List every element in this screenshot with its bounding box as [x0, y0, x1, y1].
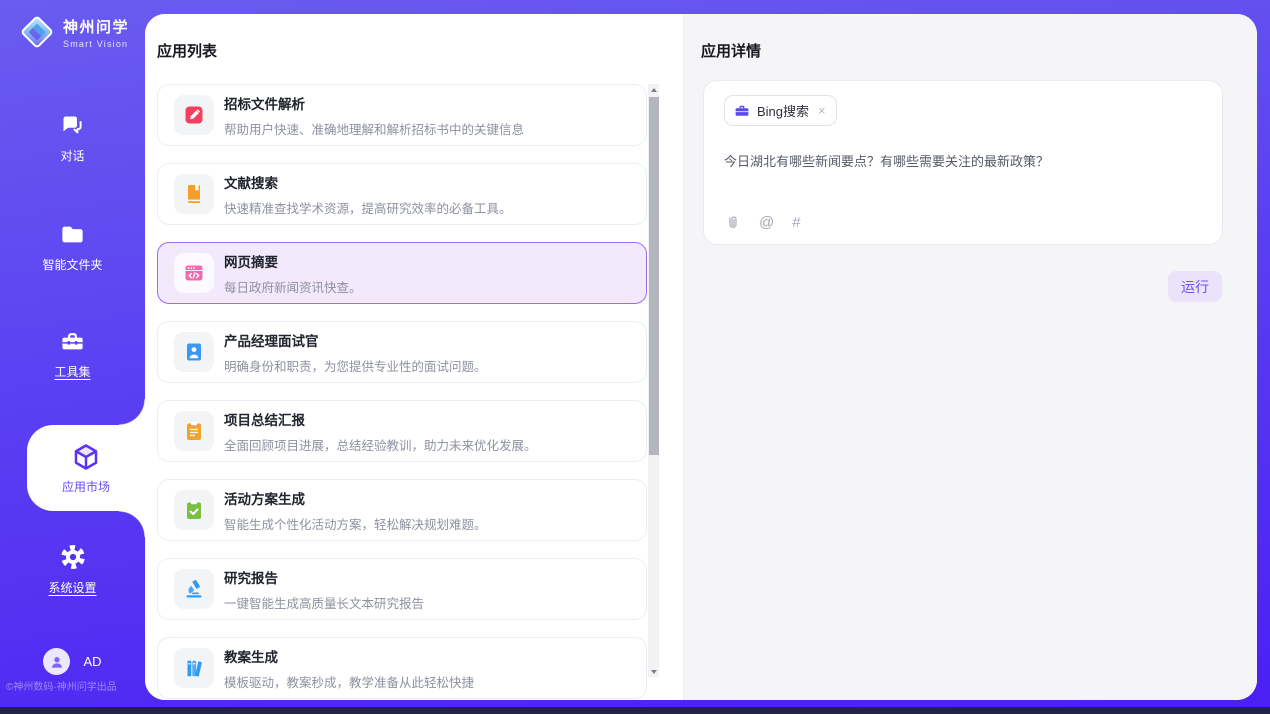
app-description: 明确身份和职责，为您提供专业性的面试问题。: [224, 356, 487, 375]
app-description: 一键智能生成高质量长文本研究报告: [224, 593, 424, 612]
cube-icon: [71, 442, 101, 472]
tool-tag-bing-search[interactable]: Bing搜索 ×: [724, 95, 837, 126]
app-title: 产品经理面试官: [224, 330, 487, 350]
list-item-literature-search[interactable]: 文献搜索 快速精准查找学术资源，提高研究效率的必备工具。: [157, 163, 647, 225]
sidebar-item-label: 智能文件夹: [42, 256, 102, 273]
tag-close-icon[interactable]: ×: [818, 103, 826, 118]
clipboard-check-icon: [182, 498, 206, 522]
sidebar-item-system-settings[interactable]: 系统设置: [0, 543, 145, 596]
app-description: 全面回顾项目进展，总结经验教训，助力未来优化发展。: [224, 435, 537, 454]
sidebar-item-label: 系统设置: [48, 579, 96, 596]
bottom-edge-bar: [0, 707, 1270, 714]
app-detail-title: 应用详情: [701, 40, 761, 61]
scrollbar-thumb[interactable]: [649, 97, 659, 455]
book-icon: [182, 182, 206, 206]
list-item-research-report[interactable]: 研究报告 一键智能生成高质量长文本研究报告: [157, 558, 647, 620]
mention-icon[interactable]: @: [759, 214, 774, 231]
brand-diamond-icon: [18, 13, 56, 51]
books-icon: [182, 656, 206, 680]
app-list: 招标文件解析 帮助用户快速、准确地理解和解析招标书中的关键信息 文献搜索: [157, 84, 647, 700]
app-title: 教案生成: [224, 646, 474, 666]
app-description: 快速精准查找学术资源，提高研究效率的必备工具。: [224, 198, 512, 217]
app-icon-container: [174, 95, 214, 135]
sidebar-item-label: 应用市场: [62, 478, 110, 495]
app-title: 研究报告: [224, 567, 424, 587]
scroll-up-icon: [651, 88, 657, 92]
app-title: 网页摘要: [224, 251, 362, 271]
app-title: 招标文件解析: [224, 93, 524, 113]
app-detail-panel: 应用详情 Bing搜索 × 今日湖北有哪些新闻要点？有哪些需要关注的最新政策？: [683, 14, 1257, 700]
scroll-up-button[interactable]: [648, 84, 659, 95]
list-item-bid-document-parse[interactable]: 招标文件解析 帮助用户快速、准确地理解和解析招标书中的关键信息: [157, 84, 647, 146]
app-title: 活动方案生成: [224, 488, 487, 508]
avatar: [43, 648, 70, 675]
user-account[interactable]: AD: [0, 648, 145, 675]
tool-tag-label: Bing搜索: [757, 101, 809, 120]
interviewer-icon: [182, 340, 206, 364]
app-icon-container: [174, 174, 214, 214]
scroll-down-button[interactable]: [648, 666, 659, 677]
hash-icon[interactable]: #: [792, 214, 800, 231]
microscope-icon: [182, 577, 206, 601]
list-item-project-summary-report[interactable]: 项目总结汇报 全面回顾项目进展，总结经验教训，助力未来优化发展。: [157, 400, 647, 462]
sidebar-item-chat[interactable]: 对话: [0, 112, 145, 164]
scrollbar-track[interactable]: [648, 84, 659, 677]
brand-logo: 神州问学 Smart Vision: [18, 13, 129, 51]
app-icon-container: [174, 411, 214, 451]
sidebar-item-smart-folder[interactable]: 智能文件夹: [0, 221, 145, 273]
attachment-icon[interactable]: [725, 215, 741, 231]
copyright-text: ©神州数码·神州问学出品: [6, 678, 117, 693]
user-initials: AD: [83, 654, 101, 669]
brand-name: 神州问学: [63, 16, 129, 37]
app-icon-container: [174, 332, 214, 372]
pen-square-icon: [182, 103, 206, 127]
app-window: 神州问学 Smart Vision 对话 智能文件夹: [0, 0, 1270, 714]
main-content: 应用列表 招标文件解析 帮助用户快速、准确地理解和解析招标书中的关键信息: [145, 14, 1257, 700]
person-icon: [48, 653, 66, 671]
sidebar-item-label: 工具集: [54, 363, 90, 380]
sidebar-item-toolset[interactable]: 工具集: [0, 328, 145, 380]
app-icon-container: [174, 648, 214, 688]
app-list-panel: 应用列表 招标文件解析 帮助用户快速、准确地理解和解析招标书中的关键信息: [145, 14, 683, 700]
folder-icon: [59, 221, 86, 248]
app-description: 模板驱动，教案秒成，教学准备从此轻松快捷: [224, 672, 474, 691]
app-list-title: 应用列表: [157, 40, 217, 61]
app-title: 项目总结汇报: [224, 409, 537, 429]
list-item-event-plan-generation[interactable]: 活动方案生成 智能生成个性化活动方案，轻松解决规划难题。: [157, 479, 647, 541]
app-description: 智能生成个性化活动方案，轻松解决规划难题。: [224, 514, 487, 533]
sidebar-item-app-market[interactable]: 应用市场: [27, 425, 145, 511]
app-description: 每日政府新闻资讯快查。: [224, 277, 362, 296]
chat-icon: [59, 112, 86, 139]
gear-icon: [59, 543, 87, 571]
app-icon-container: [174, 253, 214, 293]
list-item-webpage-summary[interactable]: 网页摘要 每日政府新闻资讯快查。: [157, 242, 647, 304]
list-item-pm-interviewer[interactable]: 产品经理面试官 明确身份和职责，为您提供专业性的面试问题。: [157, 321, 647, 383]
prompt-card: Bing搜索 × 今日湖北有哪些新闻要点？有哪些需要关注的最新政策？ @ #: [703, 80, 1223, 245]
brand-subtitle: Smart Vision: [63, 39, 129, 49]
app-icon-container: [174, 569, 214, 609]
sidebar: 神州问学 Smart Vision 对话 智能文件夹: [0, 0, 145, 707]
input-toolbar: @ #: [725, 214, 801, 231]
sidebar-item-label: 对话: [60, 147, 84, 164]
app-icon-container: [174, 490, 214, 530]
list-item-lesson-plan-generation[interactable]: 教案生成 模板驱动，教案秒成，教学准备从此轻松快捷: [157, 637, 647, 699]
app-title: 文献搜索: [224, 172, 512, 192]
app-description: 帮助用户快速、准确地理解和解析招标书中的关键信息: [224, 119, 524, 138]
toolbox-icon: [59, 328, 86, 355]
webpage-code-icon: [182, 261, 206, 285]
query-text[interactable]: 今日湖北有哪些新闻要点？有哪些需要关注的最新政策？: [724, 152, 1202, 172]
run-button[interactable]: 运行: [1168, 271, 1222, 302]
briefcase-icon: [734, 103, 750, 119]
scroll-down-icon: [651, 670, 657, 674]
clipboard-icon: [182, 419, 206, 443]
